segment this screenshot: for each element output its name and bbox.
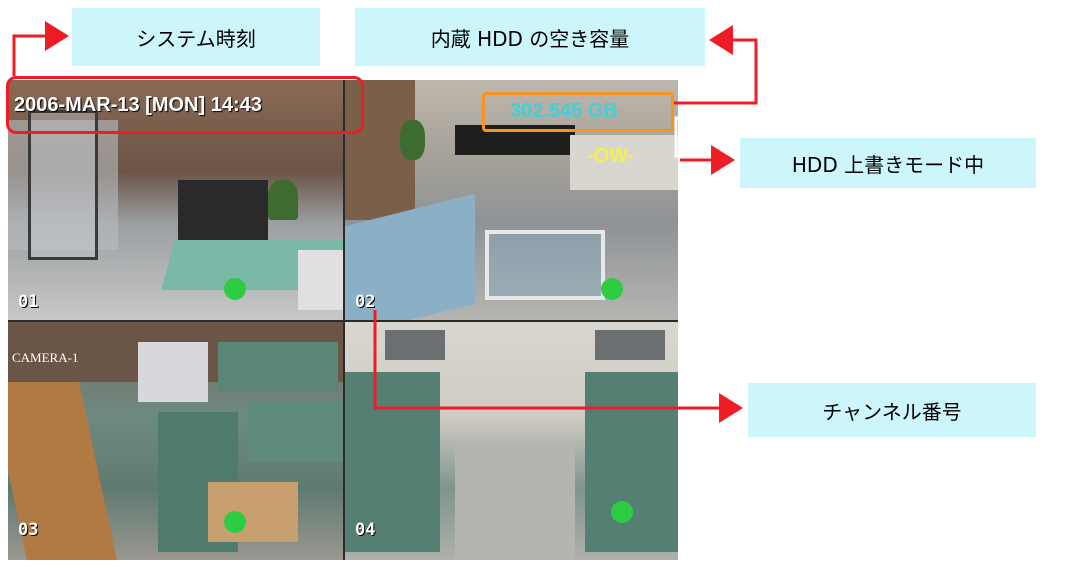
hdd-free-arrow	[674, 25, 758, 105]
connector-arrows	[12, 21, 758, 423]
channel-number-arrow	[373, 310, 743, 423]
overwrite-bracket	[674, 116, 688, 158]
system-time-arrow	[12, 21, 69, 76]
